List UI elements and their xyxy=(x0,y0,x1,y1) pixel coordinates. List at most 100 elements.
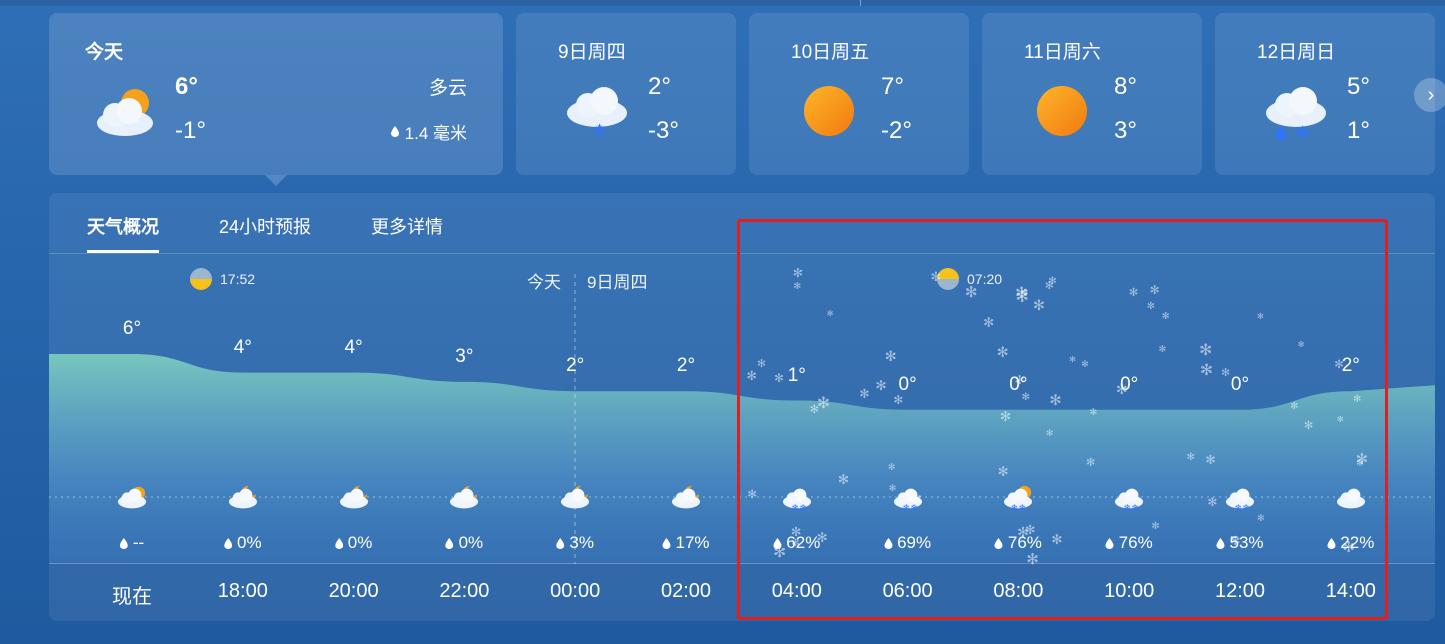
snowflake-icon: ✻ xyxy=(1199,342,1213,359)
snowflake-icon: ✻ xyxy=(887,461,896,472)
day-title: 10日周五 xyxy=(791,42,870,63)
snowflake-icon: ✻ xyxy=(983,315,995,331)
snowflake-icon: ✻ xyxy=(1026,551,1039,569)
snowflake-icon: ✻ xyxy=(1115,380,1128,397)
tab-bar: 天气概况 24小时预报 更多详情 xyxy=(49,193,1435,254)
svg-text:❄: ❄ xyxy=(1295,123,1310,141)
hourly-time-label: 14:00 xyxy=(1325,580,1376,602)
hourly-precip: 69% xyxy=(884,533,931,553)
day-low-temp: 1° xyxy=(1347,117,1370,144)
hourly-precip-value: 69% xyxy=(897,533,932,552)
sunset-icon xyxy=(190,268,212,290)
snowflake-icon: ✻ xyxy=(859,386,870,401)
snowflake-icon: ✻ xyxy=(1207,494,1218,509)
snowflake-icon: ✻ xyxy=(809,404,820,417)
day-card-sun[interactable]: 12日周日 ❄ 5° 1° xyxy=(1215,13,1435,175)
snowflake-icon: ✻ xyxy=(1158,344,1167,355)
snowflake-icon: ✻ xyxy=(1089,406,1098,418)
snowflake-icon: ✻ xyxy=(1151,520,1160,532)
snowflake-icon: ✻ xyxy=(1149,282,1160,297)
hourly-temp-label: 2° xyxy=(1341,355,1360,377)
chevron-right-icon[interactable]: › xyxy=(1414,78,1445,112)
cloudy-moon-icon xyxy=(339,485,368,509)
raindrop-icon xyxy=(390,126,399,137)
day-high-temp: 2° xyxy=(648,73,671,100)
snowflake-icon: ✻ xyxy=(1032,297,1045,314)
cloudy-icon xyxy=(1336,488,1365,509)
raindrop-icon xyxy=(119,537,128,549)
sunset-marker: 17:52 xyxy=(190,268,255,290)
snowflake-icon: ✻ xyxy=(1069,355,1076,365)
svg-text:❄❄: ❄❄ xyxy=(791,503,807,513)
snowflake-icon: ✻ xyxy=(1200,362,1214,380)
snowflake-icon: ✻ xyxy=(1356,457,1364,468)
sunset-time: 17:52 xyxy=(220,271,256,287)
hourly-temp-label: 2° xyxy=(676,355,696,377)
raindrop-icon xyxy=(224,537,233,549)
hourly-temp-label: 4° xyxy=(233,336,252,358)
hourly-precip: 0% xyxy=(445,533,484,553)
hourly-precip-value: 17% xyxy=(675,533,710,552)
hourly-time-label: 04:00 xyxy=(771,580,822,602)
today-title: 今天 xyxy=(85,42,124,63)
today-card[interactable]: 今天 6° -1° 多云 1.4 毫米 xyxy=(49,13,503,186)
hourly-precip: 17% xyxy=(662,533,710,553)
hourly-precip-value: 76% xyxy=(1118,533,1153,552)
raindrop-icon xyxy=(1327,537,1336,549)
snowflake-icon: ✻ xyxy=(1336,415,1344,425)
hourly-time-label: 00:00 xyxy=(550,580,601,602)
snow-cloud-icon: ❄❄ xyxy=(1115,488,1144,513)
tab-active-indicator xyxy=(87,250,159,253)
day-card-fri[interactable]: 10日周五 7° -2° xyxy=(749,13,969,175)
raindrop-icon xyxy=(556,537,565,549)
snowflake-icon: ✻ xyxy=(756,358,767,371)
snowflake-icon: ✻ xyxy=(996,345,1009,362)
partly-cloudy-icon xyxy=(117,486,147,509)
raindrop-icon xyxy=(884,537,893,549)
hourly-precip: 76% xyxy=(1105,533,1153,553)
tab-overview[interactable]: 天气概况 xyxy=(87,213,159,239)
snowflake-icon: ✻ xyxy=(1146,300,1155,312)
snowflake-icon: ✻ xyxy=(790,523,802,539)
today-condition: 多云 xyxy=(428,78,467,99)
hourly-precip: 0% xyxy=(334,533,372,553)
hourly-time-label: 02:00 xyxy=(660,580,712,602)
temperature-chart xyxy=(49,274,1435,564)
snowflake-icon: ✻ xyxy=(1161,310,1170,322)
day-high-temp: 8° xyxy=(1114,73,1137,100)
top-bar xyxy=(0,0,1445,6)
sun-icon xyxy=(1037,86,1087,136)
day-card-sat[interactable]: 11日周六 8° 3° xyxy=(982,13,1202,175)
hourly-temp-label: 2° xyxy=(566,355,585,377)
snowflake-icon: ✻ xyxy=(884,348,897,365)
hourly-temp-label: 4° xyxy=(344,336,363,358)
raindrop-icon xyxy=(1216,537,1225,549)
cloudy-moon-icon xyxy=(228,485,257,509)
snowflake-icon: ✻ xyxy=(1205,453,1216,468)
tab-more-details[interactable]: 更多详情 xyxy=(371,213,443,239)
date-marker-today: 今天 xyxy=(527,273,561,292)
hourly-precip: -- xyxy=(119,533,144,553)
raindrop-icon xyxy=(445,537,454,549)
snow-sun-cloud-icon: ❄❄ xyxy=(1004,485,1033,513)
snowflake-icon: ✻ xyxy=(1046,428,1054,439)
snow-cloud-icon: ❄❄ xyxy=(1225,488,1255,513)
snowflake-icon: ✻ xyxy=(837,472,850,488)
raindrop-icon xyxy=(334,537,343,549)
hourly-temp-label: 6° xyxy=(122,318,142,339)
hourly-time-label: 06:00 xyxy=(882,580,933,602)
hourly-precip-value: 0% xyxy=(237,533,262,552)
partly-cloudy-icon xyxy=(97,89,153,136)
snowflake-icon: ✻ xyxy=(1303,420,1314,433)
hourly-precip-value: 0% xyxy=(458,533,484,552)
day-card-thu[interactable]: 9日周四 ❄ 2° -3° xyxy=(516,13,736,175)
svg-text:❄❄: ❄❄ xyxy=(1124,503,1140,513)
snowflake-icon: ✻ xyxy=(774,371,784,385)
tab-24h-forecast[interactable]: 24小时预报 xyxy=(219,213,311,239)
snowflake-icon: ✻ xyxy=(964,284,978,302)
snow-cloud-icon: ❄❄ xyxy=(782,488,811,513)
snowflake-icon: ✻ xyxy=(1297,340,1305,350)
raindrop-icon xyxy=(994,537,1003,549)
hourly-time-label: 12:00 xyxy=(1214,580,1266,602)
sun-icon xyxy=(804,86,854,136)
